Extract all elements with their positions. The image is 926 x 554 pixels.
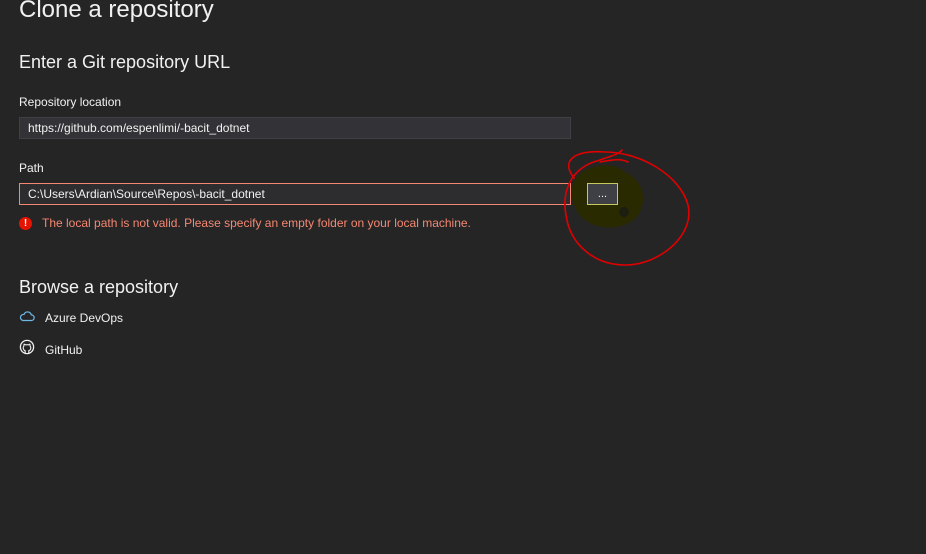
browse-repository-heading: Browse a repository	[19, 277, 179, 297]
repository-location-input[interactable]	[19, 117, 571, 139]
repository-location-label: Repository location	[19, 95, 122, 109]
path-error: ! The local path is not valid. Please sp…	[19, 216, 471, 230]
error-icon: !	[19, 216, 32, 230]
github-label: GitHub	[45, 342, 83, 357]
path-error-message: The local path is not valid. Please spec…	[42, 216, 471, 230]
path-label: Path	[19, 161, 44, 175]
path-input[interactable]	[19, 183, 571, 205]
github-icon	[19, 339, 35, 360]
git-url-heading: Enter a Git repository URL	[19, 52, 231, 72]
browse-github-link[interactable]: GitHub	[19, 339, 82, 360]
page-title: Clone a repository	[19, 0, 214, 23]
cloud-icon	[19, 309, 35, 327]
browse-path-button[interactable]: ...	[587, 183, 618, 205]
azure-devops-label: Azure DevOps	[45, 311, 124, 325]
browse-azure-devops-link[interactable]: Azure DevOps	[19, 309, 123, 327]
